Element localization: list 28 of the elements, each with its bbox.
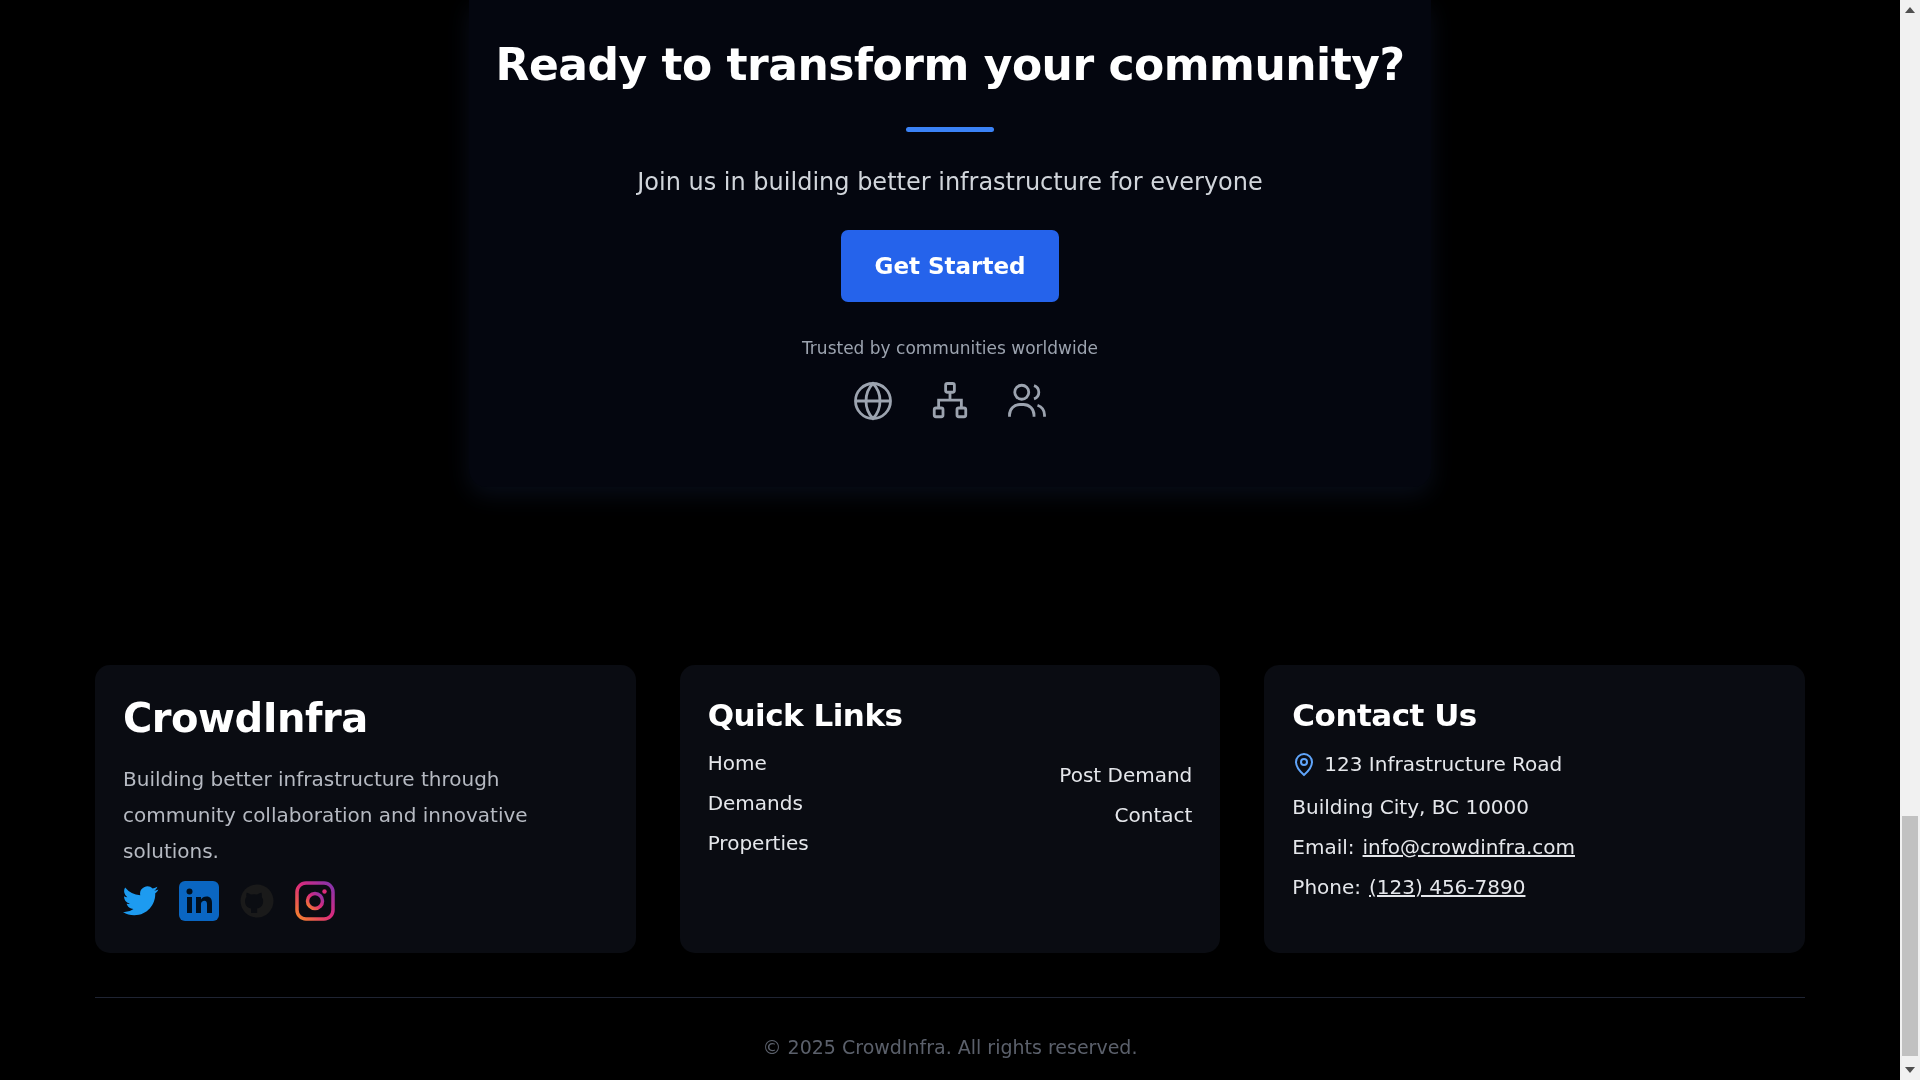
bird-icon[interactable] [123, 886, 159, 916]
address-line: Building City, BC 10000 [1292, 795, 1531, 819]
scroll-down-icon[interactable] [1905, 1067, 1915, 1073]
email-link[interactable]: info@crowdinfra.com [1362, 835, 1575, 859]
scrollbar[interactable] [1900, 0, 1920, 1080]
brand-name: CrowdInfra [123, 695, 369, 741]
square-logo-icon[interactable] [179, 881, 219, 921]
brand-tagline: Building better infrastructure through community collaboration and innovative solutions. [123, 766, 529, 865]
footer-link[interactable]: Demands [707, 791, 809, 815]
address-line: 123 Infrastructure Road [1324, 752, 1563, 776]
camera-icon[interactable] [295, 881, 335, 921]
quick-links-heading: Quick Links [707, 697, 904, 733]
phone-link[interactable]: (123) 456-7890 [1369, 875, 1526, 899]
globe-icon [852, 380, 894, 422]
footer-link[interactable]: Contact [1114, 803, 1193, 827]
email-label: Email: [1292, 835, 1355, 859]
footer-link[interactable]: Post Demand [1059, 763, 1193, 787]
phone-label: Phone: [1292, 875, 1362, 899]
footer-link[interactable]: Home [707, 751, 809, 775]
contact-heading: Contact Us [1292, 697, 1478, 733]
cta-heading: Ready to transform your community? [495, 38, 1405, 92]
copyright-text: © 2025 CrowdInfra. All rights reserved. [761, 1036, 1139, 1058]
trusted-caption: Trusted by communities worldwide [802, 338, 1098, 358]
get-started-button[interactable]: Get Started [841, 230, 1059, 302]
cta-subtitle: Join us in building better infrastructure for everyone [637, 168, 1263, 196]
footer-link[interactable]: Properties [707, 831, 809, 855]
scroll-up-icon[interactable] [1905, 7, 1915, 13]
scrollbar-thumb[interactable] [1902, 816, 1918, 1056]
